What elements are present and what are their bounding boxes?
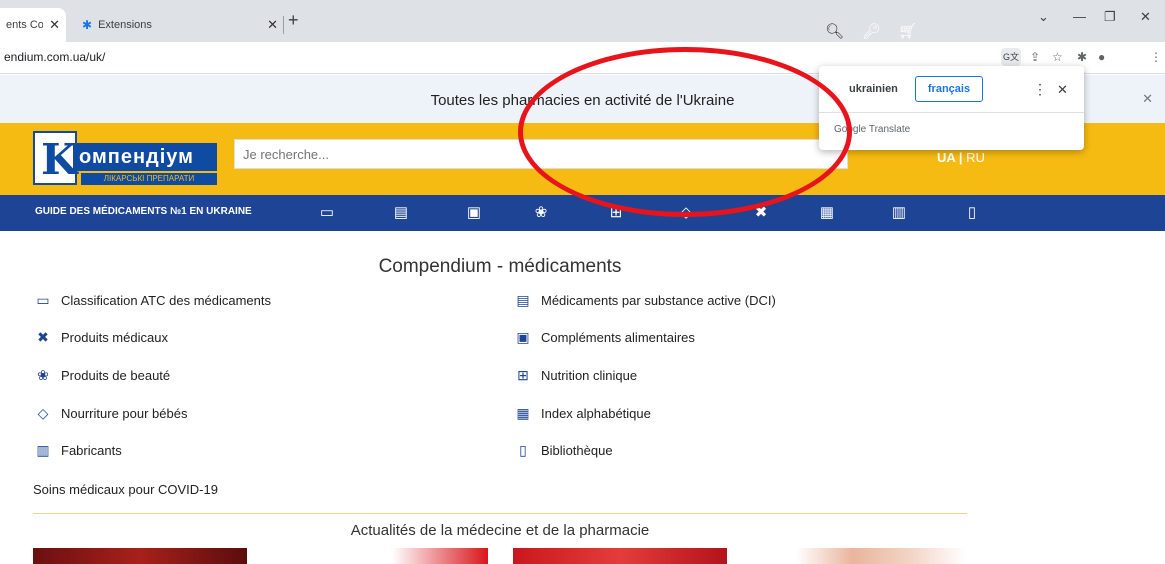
maximize-icon[interactable]: ❐ xyxy=(1104,9,1116,25)
barcode-icon: ▥ xyxy=(36,442,50,458)
list-item[interactable]: ▣ Compléments alimentaires xyxy=(513,328,695,346)
list-item[interactable]: ▥ Fabricants xyxy=(33,441,122,459)
list-item-label: Fabricants xyxy=(61,442,122,458)
target-language-tab[interactable]: français xyxy=(915,76,983,102)
list-item-label: Bibliothèque xyxy=(541,442,613,458)
language-switcher: UA | RU xyxy=(937,150,985,165)
barcode-icon[interactable]: ▥ xyxy=(890,204,908,222)
atc-folder-icon[interactable]: ▭ xyxy=(318,204,336,222)
list-item-label: Produits de beauté xyxy=(61,367,171,383)
news-thumbnail[interactable] xyxy=(796,548,966,564)
library-books-icon[interactable]: ▯ xyxy=(963,204,981,222)
list-item-label: Produits médicaux xyxy=(61,329,168,345)
supplement-jar-icon[interactable]: ▣ xyxy=(465,204,483,222)
site-logo[interactable]: K омпендіум ЛІКАРСЬКІ ПРЕПАРАТИ xyxy=(33,131,217,185)
main-nav: GUIDE DES MÉDICAMENTS №1 EN UKRAINE ▭ ▤ … xyxy=(0,195,1165,231)
news-thumbnail[interactable] xyxy=(392,548,488,564)
list-item[interactable]: ▤ Médicaments par substance active (DCI) xyxy=(513,291,776,309)
close-window-icon[interactable]: ✕ xyxy=(1140,9,1151,25)
list-item[interactable]: ▭ Classification ATC des médicaments xyxy=(33,291,271,309)
bandage-icon: ✖ xyxy=(37,329,49,345)
list-item-label: Nutrition clinique xyxy=(541,367,638,383)
puzzle-icon: ✱ xyxy=(82,18,93,32)
clinical-nutrition-icon: ⊞ xyxy=(517,367,529,383)
url-field[interactable]: endium.com.ua/uk/ xyxy=(4,50,105,64)
baby-bottle-icon: ◇ xyxy=(37,405,49,421)
news-heading: Actualités de la médecine et de la pharm… xyxy=(350,522,650,539)
logo-subtitle: ЛІКАРСЬКІ ПРЕПАРАТИ xyxy=(81,173,217,185)
list-item[interactable]: ◇ Nourriture pour bébés xyxy=(33,404,188,422)
browser-tab-bar: ents Con ✕ ✱ Extensions ✕ + ⌄ — ❐ ✕ xyxy=(0,0,1165,42)
more-options-icon[interactable]: ⋮ xyxy=(1033,81,1047,98)
lang-ua-link[interactable]: UA xyxy=(937,150,955,165)
news-thumbnail[interactable] xyxy=(33,548,247,564)
list-item-label: Compléments alimentaires xyxy=(541,329,695,345)
cosmetics-icon: ❀ xyxy=(37,367,49,383)
list-item[interactable]: ▯ Bibliothèque xyxy=(513,441,613,459)
news-thumbnail[interactable] xyxy=(513,548,727,564)
divider xyxy=(819,112,1084,113)
tab-search-icon[interactable]: ⌄ xyxy=(1038,9,1049,25)
tab-label: ents Con xyxy=(6,19,44,31)
list-item[interactable]: ❀ Produits de beauté xyxy=(33,366,170,384)
search-icon[interactable]: 🔍︎ xyxy=(825,22,844,40)
tab-label: Extensions xyxy=(98,19,152,31)
profile-icon[interactable]: ● xyxy=(1098,50,1105,64)
lang-ru-link[interactable]: RU xyxy=(966,150,985,165)
section-divider xyxy=(33,513,967,514)
list-item[interactable]: ✖ Produits médicaux xyxy=(33,328,168,346)
share-icon[interactable]: ⇪ xyxy=(1030,50,1040,64)
translate-icon[interactable]: G文 xyxy=(1001,48,1021,66)
alphabet-index-icon: ▦ xyxy=(516,405,530,421)
list-item-label: Index alphabétique xyxy=(541,405,651,421)
login-key-icon[interactable]: 🔑︎ xyxy=(862,22,881,40)
tab-compendium[interactable]: ents Con ✕ xyxy=(0,8,66,42)
library-books-icon: ▯ xyxy=(519,442,527,458)
close-tab-icon[interactable]: ✕ xyxy=(261,17,284,33)
tab-extensions[interactable]: ✱ Extensions ✕ xyxy=(74,8,284,42)
list-item-label: Médicaments par substance active (DCI) xyxy=(541,292,776,308)
browser-menu-icon[interactable]: ⋮ xyxy=(1150,50,1162,64)
annotation-circle xyxy=(518,47,852,217)
list-item-label: Nourriture pour bébés xyxy=(61,405,188,421)
covid-link[interactable]: Soins médicaux pour COVID-19 xyxy=(33,482,218,497)
minimize-icon[interactable]: — xyxy=(1073,9,1086,24)
alphabet-index-icon[interactable]: ▦ xyxy=(818,204,836,222)
new-tab-button[interactable]: + xyxy=(288,10,299,31)
logo-k-mark: K xyxy=(33,131,78,185)
list-item[interactable]: ⊞ Nutrition clinique xyxy=(513,366,637,384)
bookmark-star-icon[interactable]: ☆ xyxy=(1052,50,1063,64)
google-translate-popup: ukrainien français ⋮ ✕ Google Translate xyxy=(819,66,1084,150)
tab-separator xyxy=(283,16,284,34)
close-icon[interactable]: ✕ xyxy=(1142,91,1153,107)
atc-folder-icon: ▭ xyxy=(36,292,50,308)
cart-icon[interactable]: 🛒︎ xyxy=(898,22,917,40)
supplement-jar-icon: ▣ xyxy=(516,329,530,345)
inn-icon[interactable]: ▤ xyxy=(392,204,410,222)
extensions-icon[interactable]: ✱ xyxy=(1077,50,1087,64)
lang-separator: | xyxy=(955,150,967,165)
nav-title[interactable]: GUIDE DES MÉDICAMENTS №1 EN UKRAINE xyxy=(35,206,252,217)
close-icon[interactable]: ✕ xyxy=(1057,82,1068,98)
close-tab-icon[interactable]: ✕ xyxy=(43,17,66,33)
list-item[interactable]: ▦ Index alphabétique xyxy=(513,404,651,422)
source-language-tab[interactable]: ukrainien xyxy=(849,83,898,95)
logo-wordmark: омпендіум xyxy=(73,143,217,171)
page-title: Compendium - médicaments xyxy=(378,256,622,277)
cosmetics-icon[interactable]: ❀ xyxy=(532,204,550,222)
inn-icon: ▤ xyxy=(516,292,530,308)
list-item-label: Classification ATC des médicaments xyxy=(61,292,272,308)
